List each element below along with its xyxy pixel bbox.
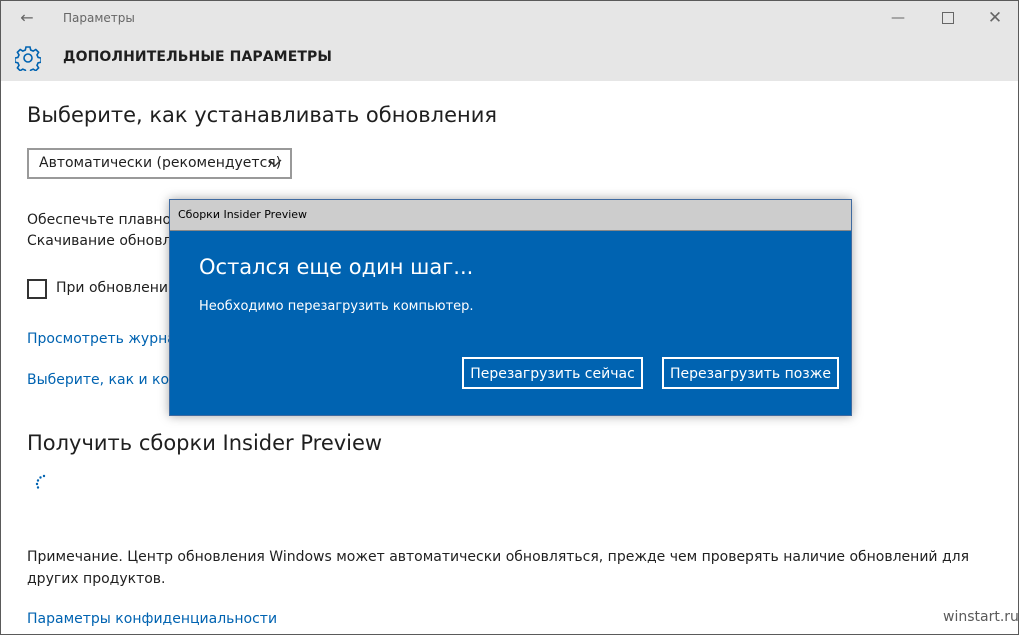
update-other-products-checkbox[interactable] [27,279,47,299]
view-history-link[interactable]: Просмотреть журнал [27,331,185,347]
watermark: winstart.ru [943,609,1019,625]
gear-icon [15,46,41,71]
title-bar: ← Параметры — ✕ ДОПОЛНИТЕЛЬНЫЕ ПАРАМЕТРЫ [1,1,1018,81]
insider-preview-dialog: Сборки Insider Preview Остался еще один … [169,199,852,416]
dialog-message: Необходимо перезагрузить компьютер. [199,299,474,314]
install-mode-select[interactable]: Автоматически (рекомендуется) [27,148,292,179]
description-text: Обеспечьте плавнос Скачивание обновле [27,210,180,252]
page-title: ДОПОЛНИТЕЛЬНЫЕ ПАРАМЕТРЫ [63,49,332,65]
insider-preview-heading: Получить сборки Insider Preview [27,431,383,455]
restart-now-button[interactable]: Перезагрузить сейчас [462,357,643,389]
close-button[interactable]: ✕ [972,7,1018,29]
minimize-button[interactable]: — [875,7,921,29]
maximize-button[interactable] [925,7,971,29]
maximize-icon [942,12,954,24]
description-line-1: Обеспечьте плавнос [27,212,179,228]
note-text: Примечание. Центр обновления Windows мож… [27,549,970,587]
description-line-2: Скачивание обновле [27,233,181,249]
loading-spinner-icon [35,474,46,489]
install-updates-heading: Выберите, как устанавливать обновления [27,103,498,127]
dialog-title-bar: Сборки Insider Preview [170,200,851,231]
window-title: Параметры [63,11,135,25]
restart-later-button[interactable]: Перезагрузить позже [662,357,839,389]
dialog-title: Сборки Insider Preview [178,208,308,221]
dialog-heading: Остался еще один шаг... [199,255,474,279]
settings-window: ← Параметры — ✕ ДОПОЛНИТЕЛЬНЫЕ ПАРАМЕТРЫ… [0,0,1019,635]
choose-delivery-link[interactable]: Выберите, как и когд [27,372,186,388]
checkbox-label: При обновлении [56,280,178,296]
install-mode-value: Автоматически (рекомендуется) [39,155,282,171]
privacy-settings-link[interactable]: Параметры конфиденциальности [27,611,277,627]
back-arrow-icon[interactable]: ← [17,9,37,27]
chevron-down-icon [268,159,282,167]
